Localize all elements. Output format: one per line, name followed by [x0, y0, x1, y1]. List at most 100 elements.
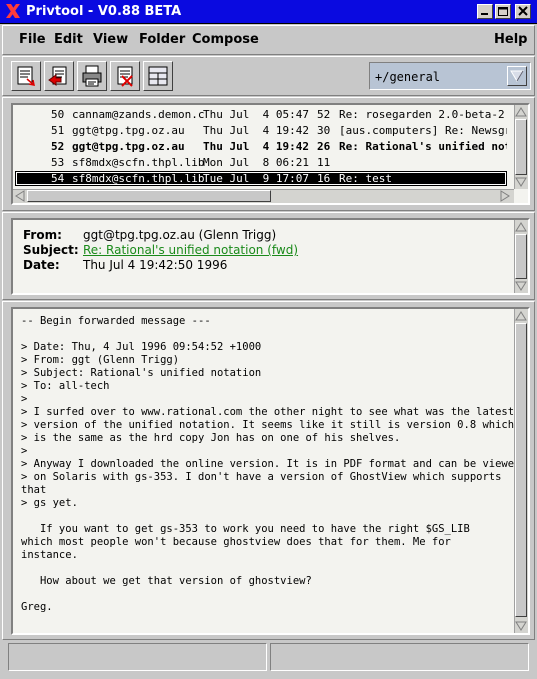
print-button[interactable] — [77, 61, 107, 91]
body-line: that — [21, 484, 47, 496]
scroll-down-icon[interactable] — [515, 176, 527, 188]
message-row[interactable]: 53 sf8mdx@scfn.thpl.lib Mon Jul 8 06:21 … — [17, 155, 507, 170]
body-line: > I surfed over to www.rational.com the … — [21, 406, 515, 418]
message-subject: Re: rosegarden 2.0-beta-2 ava — [339, 108, 505, 121]
message-from: ggt@tpg.tpg.oz.au — [72, 124, 185, 137]
scroll-right-icon[interactable] — [499, 190, 511, 202]
window-layout-icon — [148, 66, 168, 86]
body-line: > gs yet. — [21, 497, 78, 509]
body-line: > Date: Thu, 4 Jul 1996 09:54:52 +1000 — [21, 341, 262, 353]
message-date: Thu Jul 4 19:42 — [203, 124, 309, 137]
body-line: > To: all-tech — [21, 380, 110, 392]
body-line: How about we get that version of ghostvi… — [21, 575, 312, 587]
message-num: 52 — [51, 140, 65, 153]
scroll-left-icon[interactable] — [14, 190, 26, 202]
title-bar[interactable]: Privtool - V0.88 BETA — [0, 0, 537, 24]
message-num: 50 — [51, 108, 65, 121]
reply-icon — [48, 66, 67, 86]
scroll-up-icon[interactable] — [515, 221, 527, 233]
message-row[interactable]: 50 cannam@zands.demon.c Thu Jul 4 05:47 … — [17, 107, 507, 122]
folder-selector-value: +/general — [375, 70, 441, 84]
subject-link[interactable]: Re: Rational's unified notation (fwd) — [83, 243, 298, 257]
menu-edit[interactable]: Edit — [54, 32, 83, 47]
scroll-up-icon[interactable] — [515, 106, 527, 118]
folder-dropdown-button[interactable] — [507, 66, 527, 86]
body-line — [21, 328, 506, 341]
body-line: > Subject: Rational's unified notation — [21, 367, 262, 379]
message-body-text: -- Begin forwarded message --- > Date: T… — [21, 315, 521, 614]
body-vscrollbar[interactable] — [514, 309, 528, 633]
message-from: sf8mdx@scfn.thpl.lib — [72, 156, 205, 169]
message-date: Thu Jul 4 05:47 — [203, 108, 309, 121]
message-subject: Re: Rational's unified notat — [339, 140, 507, 153]
body-line: > is the same as the hrd copy Jon has on… — [21, 432, 401, 444]
minimize-icon — [481, 13, 488, 15]
scroll-down-icon[interactable] — [515, 620, 527, 632]
close-icon — [518, 6, 528, 16]
x-logo-icon[interactable] — [5, 3, 21, 19]
menu-compose[interactable]: Compose — [192, 32, 259, 47]
maximize-icon — [498, 7, 508, 16]
message-from: cannam@zands.demon.c — [72, 108, 205, 121]
body-line: > From: ggt (Glenn Trigg) — [21, 354, 180, 366]
print-icon — [82, 65, 102, 87]
chevron-down-icon — [510, 70, 524, 82]
minimize-button[interactable] — [477, 4, 493, 19]
message-date: Mon Jul 8 06:21 — [203, 156, 309, 169]
scroll-thumb[interactable] — [515, 234, 527, 279]
body-line: instance. — [21, 549, 78, 561]
message-subject: [aus.computers] Re: Newsgroup — [339, 124, 507, 137]
body-line — [21, 588, 506, 601]
new-message-button[interactable] — [11, 61, 41, 91]
scroll-thumb[interactable] — [515, 119, 527, 175]
status-left — [8, 643, 267, 671]
message-num: 53 — [51, 156, 65, 169]
delete-icon — [117, 66, 133, 87]
message-subject: Re: test — [339, 172, 392, 185]
message-list-hscrollbar[interactable] — [13, 189, 514, 203]
message-date: Tue Jul 9 17:07 — [203, 172, 309, 185]
body-frame: -- Begin forwarded message --- > Date: T… — [2, 301, 535, 640]
header-frame: From: ggt@tpg.tpg.oz.au (Glenn Trigg) Su… — [2, 212, 535, 300]
message-from: sf8mdx@scfn.thpl.lib — [72, 172, 205, 185]
menu-bar: File Edit View Folder Compose Help — [2, 25, 535, 55]
message-size: 16 — [317, 172, 331, 185]
message-row-selected[interactable]: 54 sf8mdx@scfn.thpl.lib Tue Jul 9 17:07 … — [15, 171, 507, 186]
body-line: -- Begin forwarded message --- — [21, 315, 211, 327]
menu-file[interactable]: File — [19, 32, 46, 47]
message-row[interactable]: 52 ggt@tpg.tpg.oz.au Thu Jul 4 19:42 26 … — [17, 139, 507, 154]
delete-button[interactable] — [110, 61, 140, 91]
scroll-down-icon[interactable] — [515, 280, 527, 292]
folder-selector[interactable]: +/general — [369, 62, 531, 90]
subject-label: Subject: — [23, 243, 79, 257]
scroll-thumb[interactable] — [515, 323, 527, 617]
message-size: 11 — [317, 156, 331, 169]
message-list: 50 cannam@zands.demon.c Thu Jul 4 05:47 … — [11, 103, 530, 205]
menu-folder[interactable]: Folder — [139, 32, 185, 47]
message-list-vscrollbar[interactable] — [514, 105, 528, 189]
date-label: Date: — [23, 258, 60, 272]
menu-help[interactable]: Help — [494, 32, 527, 47]
body-line: Greg. — [21, 601, 53, 613]
close-button[interactable] — [515, 4, 531, 19]
message-size: 30 — [317, 124, 331, 137]
header-vscrollbar[interactable] — [514, 220, 528, 293]
message-num: 54 — [51, 172, 65, 185]
window-layout-button[interactable] — [143, 61, 173, 91]
toolbar: +/general — [2, 56, 535, 96]
reply-button[interactable] — [44, 61, 74, 91]
body-line: > on Solaris with gs-353. I don't have a… — [21, 471, 502, 483]
body-line — [21, 510, 506, 523]
body-line — [21, 562, 506, 575]
message-list-frame: 50 cannam@zands.demon.c Thu Jul 4 05:47 … — [2, 97, 535, 211]
menu-view[interactable]: View — [93, 32, 128, 47]
body-line: > Anyway I downloaded the online version… — [21, 458, 521, 470]
scroll-up-icon[interactable] — [515, 310, 527, 322]
scroll-thumb[interactable] — [27, 190, 271, 202]
body-line: > — [21, 445, 28, 457]
body-line: > — [21, 393, 28, 405]
message-row[interactable]: 51 ggt@tpg.tpg.oz.au Thu Jul 4 19:42 30 … — [17, 123, 507, 138]
message-size: 26 — [317, 140, 331, 153]
maximize-button[interactable] — [495, 4, 511, 19]
message-size: 52 — [317, 108, 331, 121]
